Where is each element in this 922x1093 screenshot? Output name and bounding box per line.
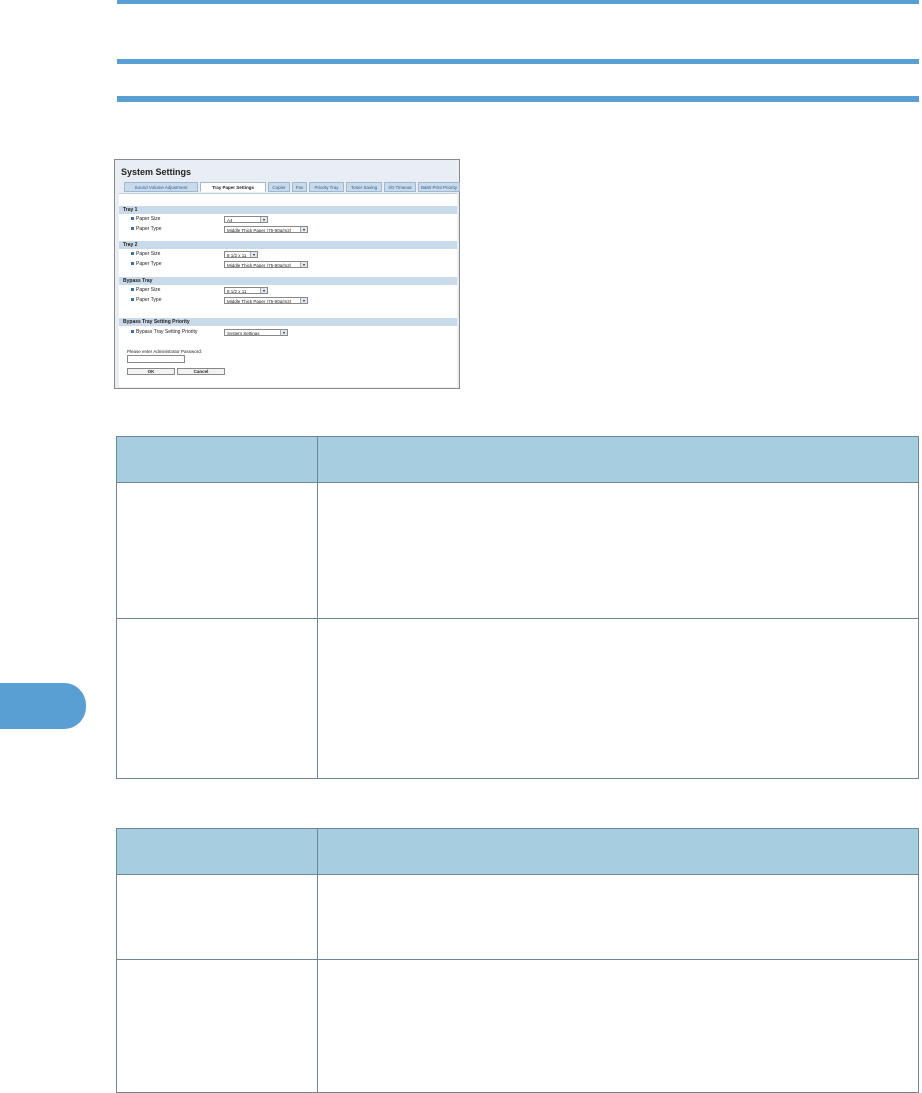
table-row [116, 618, 919, 779]
bullet-icon [131, 262, 134, 266]
row-label: Paper Size [131, 287, 160, 294]
section-heading: Tray 2 [119, 241, 457, 249]
table-header-row [116, 436, 919, 483]
row-label: Paper Type [131, 297, 161, 304]
bullet-icon [131, 217, 134, 221]
tab-bw-print-priority[interactable]: B&W Print Priority [418, 182, 460, 192]
table-header-cell [116, 436, 318, 483]
tab-sound-volume[interactable]: Sound Volume Adjustment [124, 182, 198, 192]
cancel-button[interactable]: Cancel [177, 368, 225, 375]
chevron-down-icon: ▾ [300, 227, 307, 232]
table-header-row [116, 828, 919, 875]
top-rule [117, 0, 919, 4]
row-label: Paper Type [131, 261, 161, 268]
settings-table-2 [116, 828, 919, 1093]
bullet-icon [131, 227, 134, 231]
settings-table-1 [116, 436, 919, 779]
tab-io-timeout[interactable]: I/O Timeout [384, 182, 416, 192]
subsection-rule [117, 96, 919, 102]
bullet-icon [131, 330, 134, 334]
tab-copier[interactable]: Copier [268, 182, 290, 192]
system-settings-screenshot: System Settings Sound Volume Adjustment … [114, 159, 460, 389]
bypass-priority-select[interactable]: System Settings ▾ [224, 329, 288, 336]
table-cell [116, 874, 318, 960]
section-heading: Tray 1 [119, 206, 457, 214]
table-cell [317, 959, 919, 1093]
tray1-paper-type-select[interactable]: Middle Thick Paper (75-90g/m2) ▾ [224, 226, 308, 233]
row-label: Paper Type [131, 226, 161, 233]
bypass-paper-type-select[interactable]: Middle Thick Paper (75-90g/m2) ▾ [224, 297, 308, 304]
chevron-down-icon: ▾ [300, 262, 307, 267]
table-cell [116, 959, 318, 1093]
tray2-paper-type-select[interactable]: Middle Thick Paper (75-90g/m2) ▾ [224, 261, 308, 268]
section-rule [117, 59, 919, 64]
bullet-icon [131, 252, 134, 256]
tray1-paper-size-select[interactable]: A4 ▾ [224, 216, 268, 223]
tab-tray-paper-settings[interactable]: Tray Paper Settings [200, 182, 266, 192]
table-row [116, 874, 919, 960]
row-label: Paper Size [131, 251, 160, 258]
table-header-cell [116, 828, 318, 875]
password-input[interactable] [127, 355, 185, 363]
table-row [116, 482, 919, 619]
password-label: Please enter Administrator Password: [127, 349, 203, 354]
bullet-icon [131, 288, 134, 292]
tab-fax[interactable]: Fax [292, 182, 307, 192]
section-heading: Bypass Tray [119, 277, 457, 285]
tray2-paper-size-select[interactable]: 8 1/2 x 11 ▾ [224, 251, 258, 258]
settings-form: Tray 1 Paper Size A4 ▾ Paper Type Middle … [119, 193, 457, 387]
table-cell [116, 482, 318, 619]
section-heading: Bypass Tray Setting Priority [119, 318, 457, 326]
chevron-down-icon: ▾ [280, 330, 287, 335]
bypass-paper-size-select[interactable]: 8 1/2 x 11 ▾ [224, 287, 268, 294]
chevron-down-icon: ▾ [260, 288, 267, 293]
row-label: Bypass Tray Setting Priority [131, 329, 197, 336]
ok-button[interactable]: OK [127, 368, 175, 375]
table-header-cell [317, 828, 919, 875]
table-header-cell [317, 436, 919, 483]
table-row [116, 959, 919, 1093]
chapter-tab [0, 683, 86, 729]
table-cell [317, 874, 919, 960]
table-cell [317, 482, 919, 619]
tab-toner-saving[interactable]: Toner Saving [346, 182, 382, 192]
table-cell [116, 618, 318, 779]
chevron-down-icon: ▾ [300, 298, 307, 303]
tab-priority-tray[interactable]: Priority Tray [309, 182, 344, 192]
chevron-down-icon: ▾ [250, 252, 257, 257]
row-label: Paper Size [131, 216, 160, 223]
panel-title: System Settings [121, 167, 192, 177]
table-cell [317, 618, 919, 779]
chevron-down-icon: ▾ [260, 217, 267, 222]
bullet-icon [131, 298, 134, 302]
